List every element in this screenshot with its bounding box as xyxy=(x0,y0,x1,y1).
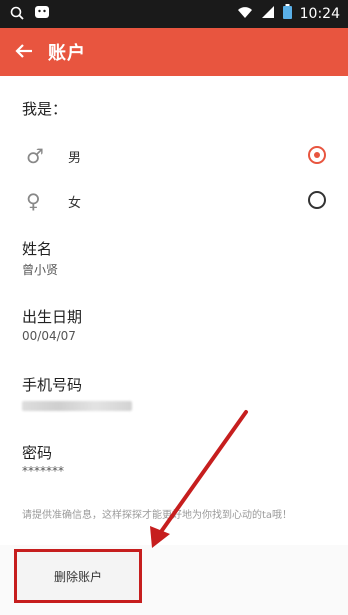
password-label: 密码 xyxy=(22,444,53,462)
notice-text: 请提供准确信息，这样探探才能更好地为你找到心动的ta哦！ xyxy=(22,510,293,521)
arrow-left-icon xyxy=(15,40,33,64)
status-time: 10:24 xyxy=(299,5,340,22)
gender-option-female[interactable]: ♀ 女 xyxy=(0,183,348,219)
app-notification-icon xyxy=(34,4,50,24)
back-button[interactable] xyxy=(0,28,48,76)
signal-icon xyxy=(261,5,275,23)
search-icon xyxy=(10,5,24,24)
male-radio[interactable] xyxy=(308,146,326,164)
female-radio[interactable] xyxy=(308,191,326,209)
account-form: 我是： ♂ 男 ♀ 女 姓名 曾小贤 出生日期 00/04/07 手机号码 密码… xyxy=(0,76,348,615)
delete-account-label: 删除账户 xyxy=(53,569,102,584)
password-value[interactable]: ******* xyxy=(22,464,64,478)
birthdate-value[interactable]: 00/04/07 xyxy=(22,329,76,343)
birthdate-label: 出生日期 xyxy=(22,308,83,326)
status-bar: 10:24 xyxy=(0,0,348,28)
gender-option-female-label: 女 xyxy=(68,196,82,211)
page-title: 账户 xyxy=(48,43,86,64)
name-label: 姓名 xyxy=(22,240,53,258)
battery-icon xyxy=(282,4,292,23)
male-icon: ♂ xyxy=(26,144,44,168)
gender-option-male[interactable]: ♂ 男 xyxy=(0,138,348,174)
gender-option-male-label: 男 xyxy=(68,151,82,166)
phone-value-blurred[interactable] xyxy=(22,401,132,411)
female-icon: ♀ xyxy=(26,189,41,213)
wifi-icon xyxy=(237,5,253,23)
gender-label: 我是： xyxy=(22,100,68,118)
app-bar: 账户 xyxy=(0,28,348,76)
name-value[interactable]: 曾小贤 xyxy=(22,261,58,278)
delete-account-button[interactable]: 删除账户 xyxy=(14,549,142,603)
phone-label: 手机号码 xyxy=(22,376,83,394)
